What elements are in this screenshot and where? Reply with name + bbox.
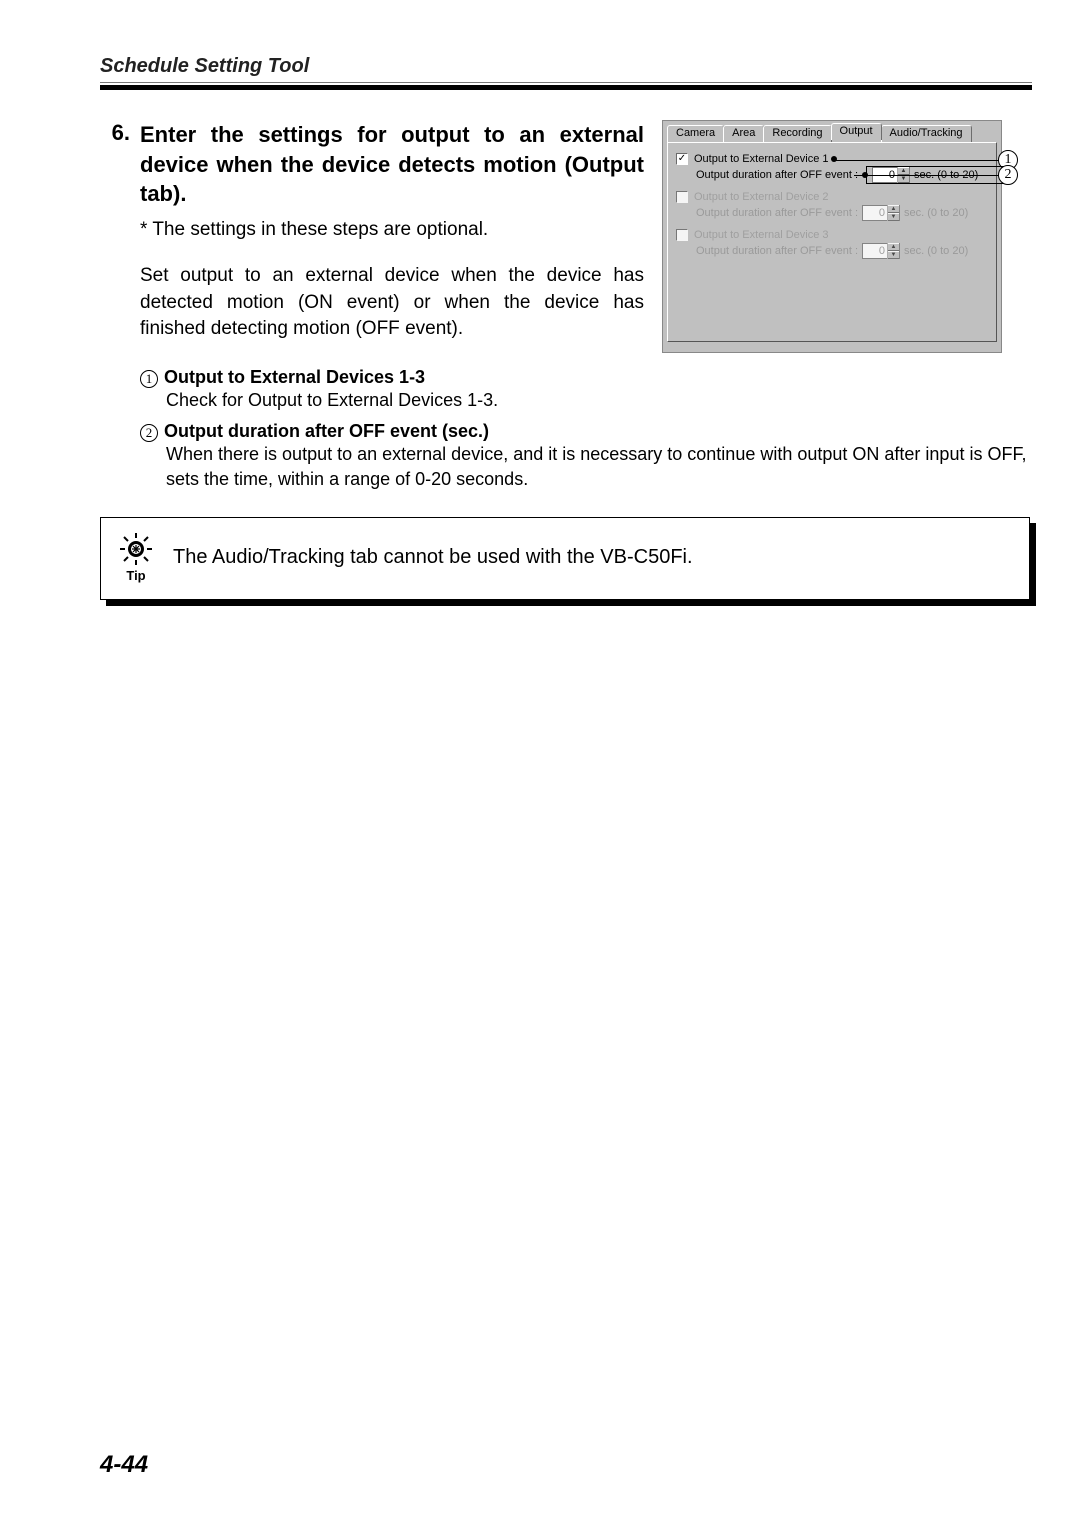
tab-camera[interactable]: Camera <box>667 125 724 142</box>
spin-arrows[interactable]: ▲▼ <box>887 243 899 259</box>
lightbulb-icon <box>119 532 153 566</box>
rule-thin <box>100 82 1032 83</box>
callout-1-line <box>834 160 1004 161</box>
device-2-duration-row: Output duration after OFF event : 0 ▲▼ s… <box>696 205 988 221</box>
device-2-duration-input[interactable]: 0 ▲▼ <box>862 205 900 221</box>
output-settings-panel: Camera Area Recording Output Audio/Track… <box>662 120 1002 353</box>
device-3-label: Output to External Device 3 <box>694 229 829 241</box>
device-3-row: Output to External Device 3 <box>676 229 988 241</box>
device-2-row: Output to External Device 2 <box>676 191 988 203</box>
device-3-duration-row: Output duration after OFF event : 0 ▲▼ s… <box>696 243 988 259</box>
device-3-duration-value: 0 <box>863 245 887 257</box>
device-3-duration-range: sec. (0 to 20) <box>904 245 968 257</box>
device-1-duration-row: Output duration after OFF event : 0 ▲▼ s… <box>696 167 988 183</box>
step-number: 6. <box>100 120 130 343</box>
step-title: Enter the settings for output to an exte… <box>140 120 644 209</box>
device-1-label: Output to External Device 1 <box>694 153 829 165</box>
tab-output[interactable]: Output <box>831 123 882 140</box>
step-note: * The settings in these steps are option… <box>140 219 644 241</box>
tab-row: Camera Area Recording Output Audio/Track… <box>667 125 997 142</box>
detail-2-desc: When there is output to an external devi… <box>166 442 1032 492</box>
tab-audio-tracking[interactable]: Audio/Tracking <box>881 125 972 142</box>
page-header-title: Schedule Setting Tool <box>100 55 1032 78</box>
device-2-duration-value: 0 <box>863 207 887 219</box>
callout-2-line <box>854 175 1004 176</box>
device-1-checkbox[interactable]: ✓ <box>676 153 688 165</box>
page-number: 4-44 <box>100 1451 148 1479</box>
device-2-duration-label: Output duration after OFF event : <box>696 207 858 219</box>
detail-2-marker: 2 <box>140 424 158 442</box>
device-2-checkbox[interactable] <box>676 191 688 203</box>
device-3-duration-input[interactable]: 0 ▲▼ <box>862 243 900 259</box>
device-2-duration-range: sec. (0 to 20) <box>904 207 968 219</box>
step-paragraph: Set output to an external device when th… <box>140 263 644 343</box>
device-2-label: Output to External Device 2 <box>694 191 829 203</box>
tip-label: Tip <box>126 568 145 583</box>
callout-1-dot <box>831 156 837 162</box>
callout-2: 2 <box>998 165 1018 185</box>
rule-thick <box>100 85 1032 90</box>
device-1-duration-label: Output duration after OFF event : <box>696 169 858 181</box>
tab-area[interactable]: Area <box>723 125 764 142</box>
device-1-row: ✓ Output to External Device 1 1 <box>676 153 988 165</box>
detail-1-desc: Check for Output to External Devices 1-3… <box>166 388 1032 413</box>
device-3-checkbox[interactable] <box>676 229 688 241</box>
detail-1-label: Output to External Devices 1-3 <box>164 367 425 388</box>
tip-box: Tip The Audio/Tracking tab cannot be use… <box>100 517 1030 600</box>
detail-2-label: Output duration after OFF event (sec.) <box>164 421 489 442</box>
spin-arrows[interactable]: ▲▼ <box>887 205 899 221</box>
tip-text: The Audio/Tracking tab cannot be used wi… <box>173 544 693 570</box>
tab-recording[interactable]: Recording <box>763 125 831 142</box>
detail-1-marker: 1 <box>140 370 158 388</box>
device-3-duration-label: Output duration after OFF event : <box>696 245 858 257</box>
